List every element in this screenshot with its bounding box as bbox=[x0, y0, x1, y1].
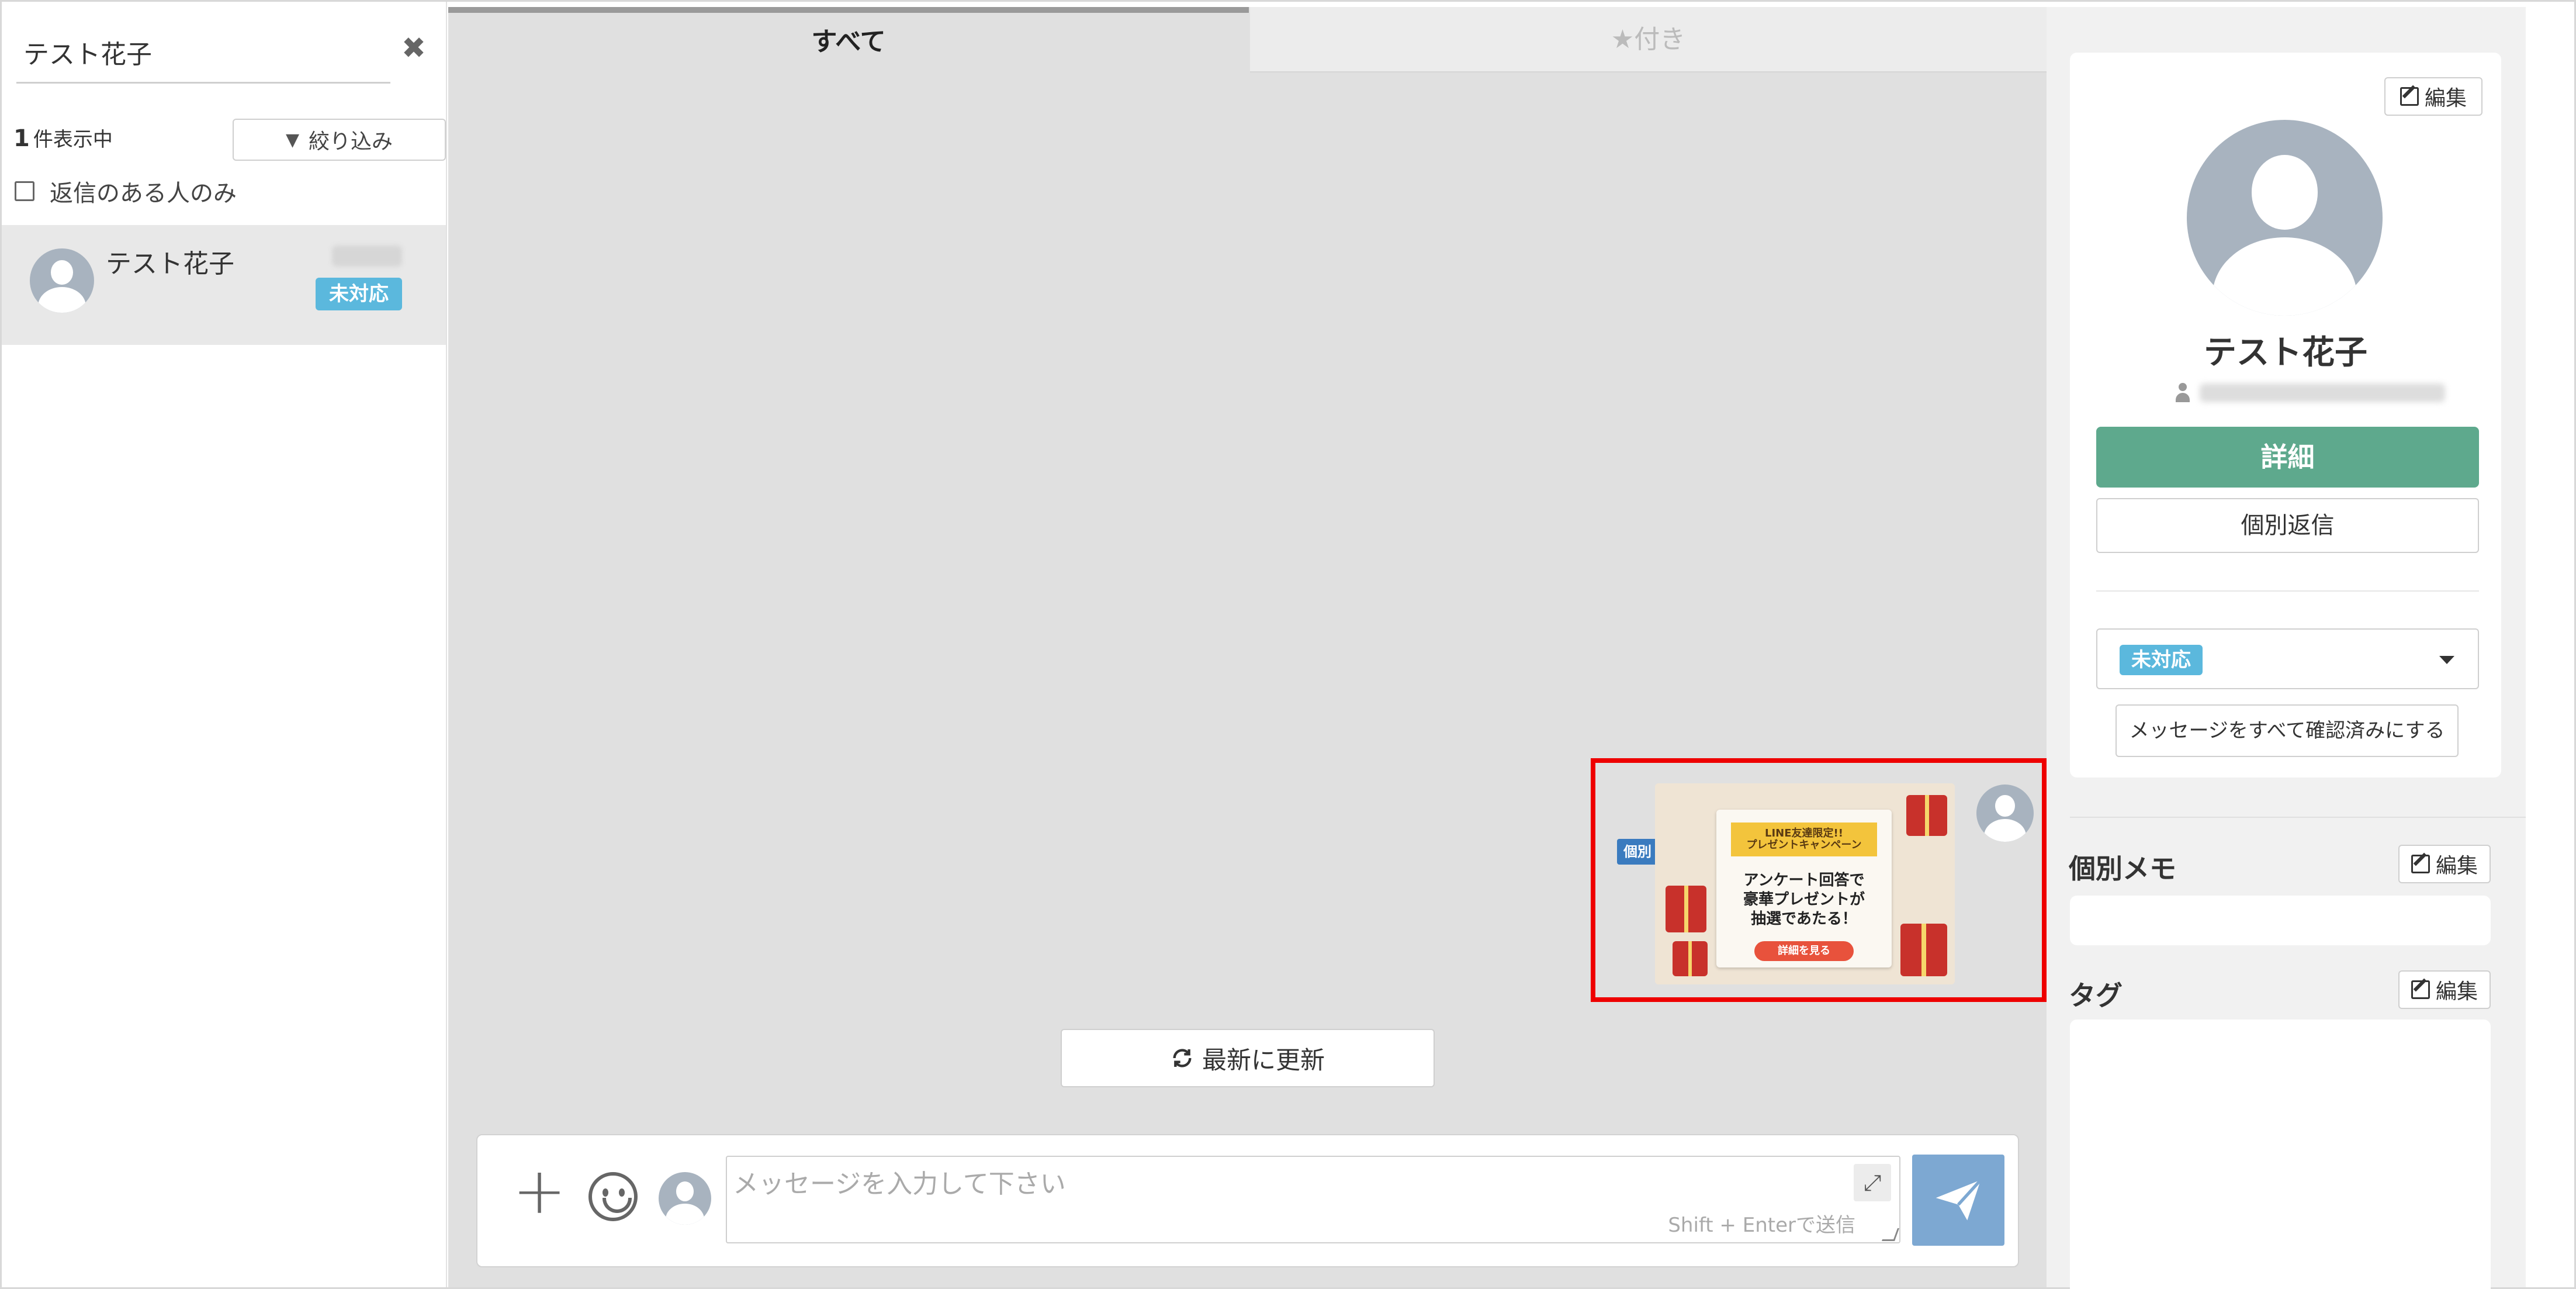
contact-list-item[interactable]: テスト花子 未対応 bbox=[2, 225, 446, 345]
search-input-value: テスト花子 bbox=[23, 40, 152, 70]
divider bbox=[2096, 590, 2479, 592]
result-count: 1 件表示中 bbox=[13, 123, 113, 152]
contact-list-panel: テスト花子 ✖ 1 件表示中 ▼ 絞り込み 返信のある人のみ テスト花子 未対応 bbox=[2, 2, 447, 1287]
emoji-icon[interactable] bbox=[588, 1172, 638, 1221]
message-input-placeholder: メッセージを入力して下さい bbox=[733, 1169, 1066, 1199]
message-type-badge: 個別 bbox=[1617, 839, 1658, 865]
status-badge: 未対応 bbox=[2120, 645, 2203, 675]
mark-all-read-button[interactable]: メッセージをすべて確認済みにする bbox=[2115, 704, 2459, 757]
memo-box bbox=[2070, 896, 2491, 945]
edit-icon bbox=[2411, 855, 2430, 873]
caret-down-icon bbox=[2439, 656, 2454, 664]
tag-box bbox=[2070, 1020, 2491, 1289]
filter-button-label: 絞り込み bbox=[309, 130, 393, 154]
gift-decoration bbox=[1673, 941, 1708, 976]
send-hint: Shift + Enterで送信 bbox=[1668, 1214, 1855, 1237]
campaign-detail-button: 詳細を見る bbox=[1754, 941, 1854, 961]
avatar-icon bbox=[1976, 785, 2034, 842]
campaign-line1: アンケート回答で bbox=[1743, 872, 1865, 889]
edit-icon bbox=[2411, 980, 2430, 999]
tag-edit-button[interactable]: 編集 bbox=[2398, 970, 2491, 1009]
profile-panel: 編集 テスト花子 詳細 個別返信 未対応 メッセージをすべて確認済みにする 個別… bbox=[2047, 7, 2526, 1289]
status-badge: 未対応 bbox=[316, 278, 402, 310]
detail-button[interactable]: 詳細 bbox=[2096, 427, 2479, 488]
ribbon-line1: LINE友達限定!! bbox=[1765, 827, 1843, 839]
filter-icon: ▼ bbox=[285, 129, 300, 150]
profile-card: 編集 テスト花子 詳細 個別返信 未対応 メッセージをすべて確認済みにする bbox=[2070, 53, 2501, 777]
individual-reply-button[interactable]: 個別返信 bbox=[2096, 498, 2479, 553]
edit-label: 編集 bbox=[2435, 980, 2478, 1004]
message-image[interactable]: LINE友達限定!! プレゼントキャンペーン アンケート回答で 豪華プレゼントが… bbox=[1655, 783, 1955, 984]
profile-id-redacted bbox=[2200, 383, 2445, 402]
resize-handle-icon[interactable] bbox=[1881, 1228, 1900, 1241]
avatar-icon bbox=[30, 248, 94, 313]
profile-id bbox=[2174, 381, 2454, 405]
profile-name: テスト花子 bbox=[2204, 334, 2367, 372]
send-button[interactable] bbox=[1912, 1155, 2004, 1246]
contact-name: テスト花子 bbox=[106, 249, 234, 279]
campaign-text: アンケート回答で 豪華プレゼントが 抽選であたる！ bbox=[1728, 871, 1880, 929]
memo-edit-button[interactable]: 編集 bbox=[2398, 845, 2491, 883]
user-icon bbox=[2174, 383, 2191, 403]
reply-only-checkbox[interactable]: 返信のある人のみ bbox=[15, 174, 237, 208]
campaign-card: LINE友達限定!! プレゼントキャンペーン アンケート回答で 豪華プレゼントが… bbox=[1716, 810, 1892, 967]
gift-decoration bbox=[1666, 886, 1706, 932]
message-input[interactable]: メッセージを入力して下さい ⤢ Shift + Enterで送信 bbox=[726, 1156, 1900, 1243]
search-input[interactable]: テスト花子 bbox=[16, 25, 390, 84]
tag-title: タグ bbox=[2069, 980, 2123, 1011]
status-select[interactable]: 未対応 bbox=[2096, 628, 2479, 689]
plus-icon[interactable]: + bbox=[513, 1159, 566, 1223]
avatar-icon bbox=[2187, 120, 2383, 316]
checkbox-box[interactable] bbox=[15, 181, 34, 201]
message-composer: + メッセージを入力して下さい ⤢ Shift + Enterで送信 bbox=[476, 1134, 2019, 1267]
refresh-icon bbox=[1173, 1049, 1192, 1067]
result-count-label: 件表示中 bbox=[33, 128, 113, 151]
result-count-number: 1 bbox=[13, 125, 30, 152]
ribbon-line2: プレゼントキャンペーン bbox=[1746, 839, 1862, 851]
divider bbox=[2070, 817, 2526, 818]
tab-all[interactable]: すべて bbox=[448, 7, 1249, 72]
profile-edit-button[interactable]: 編集 bbox=[2384, 77, 2482, 116]
edit-label: 編集 bbox=[2424, 87, 2467, 110]
campaign-line3: 抽選であたる！ bbox=[1751, 910, 1857, 928]
edit-label: 編集 bbox=[2435, 854, 2478, 878]
campaign-ribbon: LINE友達限定!! プレゼントキャンペーン bbox=[1731, 823, 1877, 856]
gift-decoration bbox=[1906, 795, 1947, 836]
refresh-button-label: 最新に更新 bbox=[1202, 1045, 1325, 1074]
close-icon[interactable]: ✖ bbox=[399, 33, 428, 63]
avatar-icon[interactable] bbox=[659, 1172, 711, 1225]
send-icon bbox=[1936, 1179, 1982, 1221]
reply-only-label: 返信のある人のみ bbox=[50, 180, 237, 207]
chat-panel: すべて ★付き 個別 LINE友達限定!! プレゼントキャンペーン アンケート回… bbox=[448, 7, 2047, 1287]
contact-timestamp-redacted bbox=[332, 246, 402, 267]
gift-decoration bbox=[1900, 924, 1947, 976]
memo-title: 個別メモ bbox=[2069, 853, 2176, 884]
tab-starred[interactable]: ★付き bbox=[1250, 7, 2047, 72]
campaign-line2: 豪華プレゼントが bbox=[1743, 891, 1865, 908]
edit-icon bbox=[2400, 87, 2419, 106]
expand-icon[interactable]: ⤢ bbox=[1854, 1164, 1891, 1201]
refresh-button[interactable]: 最新に更新 bbox=[1061, 1029, 1435, 1087]
filter-button[interactable]: ▼ 絞り込み bbox=[233, 119, 446, 161]
